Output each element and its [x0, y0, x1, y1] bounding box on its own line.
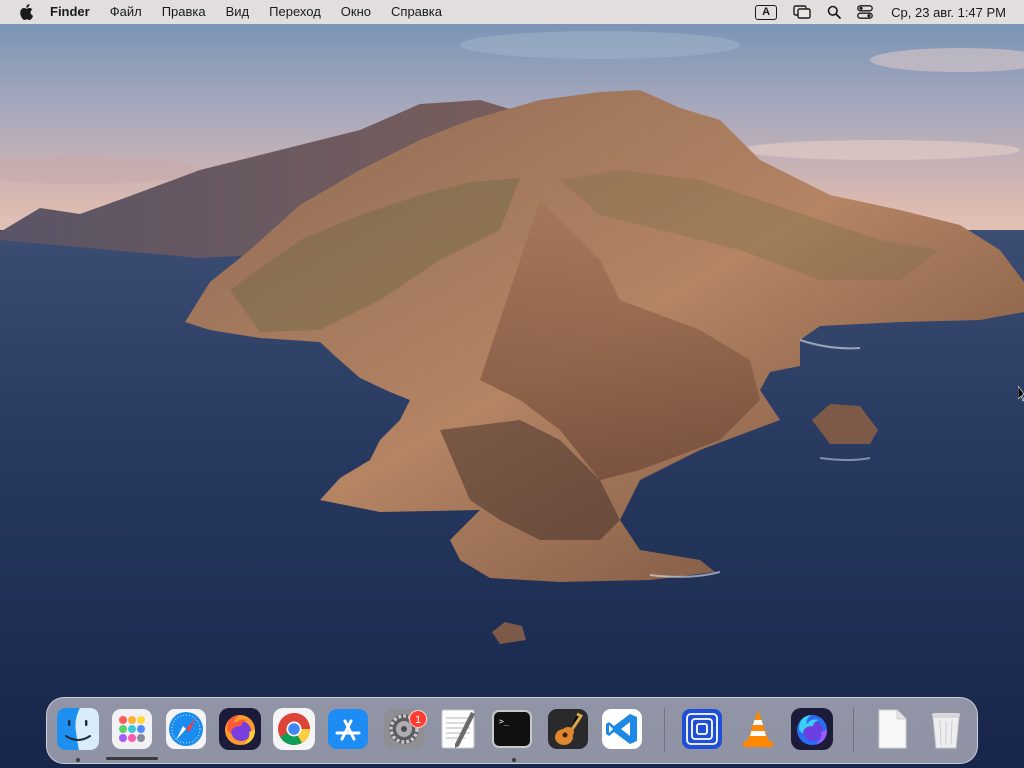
svg-text:>_: >_ — [499, 717, 509, 726]
dock-app-app-store[interactable] — [325, 706, 371, 752]
desktop-wallpaper — [0, 0, 1024, 768]
menu-bar-status: A Ср, 23 авг. 1:47 PM — [747, 0, 1024, 24]
vlc-icon — [743, 710, 773, 747]
chrome-icon — [273, 708, 315, 750]
menu-bar-left: Finder Файл Правка Вид Переход Окно Спра… — [0, 0, 452, 24]
concentric-squares-icon — [682, 709, 722, 749]
notification-badge: 1 — [409, 710, 427, 728]
dock-app-launchpad[interactable] — [109, 706, 155, 752]
trash-icon — [932, 713, 960, 749]
safari-icon — [166, 709, 206, 749]
firefox-icon — [219, 708, 261, 750]
dock-stack-documents[interactable] — [869, 706, 915, 752]
dock-app-terminal[interactable]: >_ — [489, 706, 535, 752]
dock-trash[interactable] — [923, 706, 969, 752]
dock: 1 >_ — [46, 697, 978, 764]
dock-app-screen[interactable] — [679, 706, 725, 752]
menu-edit[interactable]: Правка — [152, 0, 216, 24]
terminal-icon: >_ — [492, 710, 532, 748]
dock-app-finder[interactable] — [55, 706, 101, 752]
dock-app-vlc[interactable] — [735, 706, 781, 752]
dock-app-textedit[interactable] — [435, 706, 481, 752]
control-center-icon[interactable] — [849, 0, 881, 24]
mouse-cursor-icon — [1018, 386, 1024, 402]
dock-separator — [853, 708, 854, 752]
dock-app-chrome[interactable] — [271, 706, 317, 752]
menu-bar: Finder Файл Правка Вид Переход Окно Спра… — [0, 0, 1024, 24]
garageband-icon — [548, 709, 588, 749]
app-store-icon — [328, 709, 368, 749]
apple-logo-icon[interactable] — [8, 0, 44, 24]
dock-hover-indicator — [106, 757, 158, 760]
menu-go[interactable]: Переход — [259, 0, 331, 24]
search-icon[interactable] — [819, 0, 849, 24]
menu-window[interactable]: Окно — [331, 0, 381, 24]
menu-app-name[interactable]: Finder — [44, 0, 100, 24]
textedit-icon — [441, 709, 475, 749]
input-source-label: A — [755, 4, 778, 20]
dock-separator — [664, 708, 665, 752]
document-stack-icon — [878, 709, 907, 749]
launchpad-icon — [112, 709, 152, 749]
vscode-icon — [602, 709, 642, 749]
dock-app-firefox-developer[interactable] — [789, 706, 835, 752]
menu-file[interactable]: Файл — [100, 0, 152, 24]
screen-mirroring-icon[interactable] — [785, 0, 819, 24]
dock-app-garageband[interactable] — [545, 706, 591, 752]
menu-help[interactable]: Справка — [381, 0, 452, 24]
dock-app-system-preferences[interactable]: 1 — [381, 706, 427, 752]
input-source-menu[interactable]: A — [747, 0, 785, 24]
menu-view[interactable]: Вид — [216, 0, 260, 24]
running-indicator — [76, 758, 80, 762]
dock-app-firefox[interactable] — [217, 706, 263, 752]
finder-icon — [57, 708, 99, 750]
firefox-developer-icon — [791, 708, 833, 750]
dock-app-vscode[interactable] — [599, 706, 645, 752]
running-indicator — [512, 758, 516, 762]
menu-bar-clock[interactable]: Ср, 23 авг. 1:47 PM — [881, 5, 1024, 20]
dock-app-safari[interactable] — [163, 706, 209, 752]
